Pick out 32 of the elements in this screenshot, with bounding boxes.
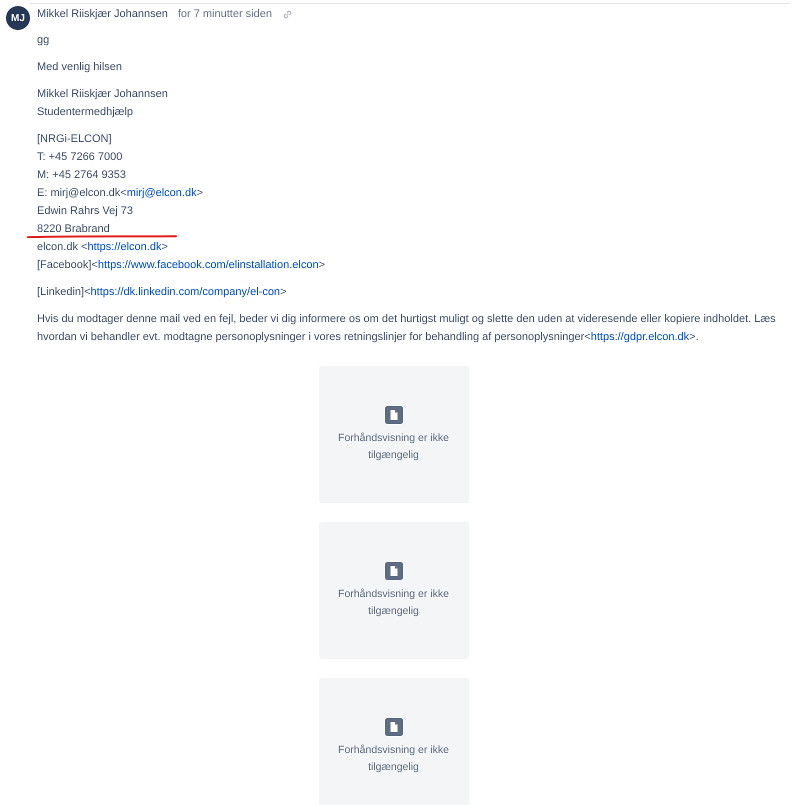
- text-line: [Facebook]<https://www.facebook.com/elinstallation.elcon>: [37, 258, 326, 273]
- attachment-preview[interactable]: Forhåndsvisning er ikke tilgængelig: [318, 678, 468, 805]
- attachment-preview[interactable]: Forhåndsvisning er ikke tilgængelig: [318, 366, 468, 503]
- link[interactable]: mirj@elcon.dk: [126, 187, 197, 199]
- timestamp[interactable]: for 7 minutter siden: [178, 8, 272, 20]
- preview-message: Forhåndsvisning er ikke tilgængelig: [337, 742, 450, 774]
- link[interactable]: https://gdpr.elcon.dk: [590, 331, 690, 343]
- file-icon: [384, 718, 402, 736]
- link[interactable]: https://dk.linkedin.com/company/el-con: [90, 286, 280, 298]
- preview-message: Forhåndsvisning er ikke tilgængelig: [337, 430, 450, 462]
- text-line: Edwin Rahrs Vej 73: [37, 204, 133, 219]
- link[interactable]: https://elcon.dk: [87, 241, 162, 253]
- text-line: Studentermedhjælp: [37, 105, 134, 120]
- preview-message: Forhåndsvisning er ikke tilgængelig: [337, 586, 450, 618]
- text-line: Hvis du modtager denne mail ved en fejl, beder vi dig informere os om det hurtigst muligt og slette den uden at videresende eller kopiere indholdet. Læs hvordan vi behandler evt. modtagne personoplysninger i vores retningslinjer for behandling af personoplysninger<https://gdpr.elcon.dk>.: [37, 312, 777, 345]
- text-line: [NRGi-ELCON]: [37, 132, 112, 147]
- author-name[interactable]: Mikkel Riiskjær Johannsen: [37, 8, 168, 20]
- text-line: Med venlig hilsen: [37, 60, 122, 75]
- text-line: M: +45 2764 9353: [37, 168, 126, 183]
- text-line: T: +45 7266 7000: [37, 150, 122, 165]
- file-icon: [384, 562, 402, 580]
- text-line: gg: [37, 33, 50, 48]
- link[interactable]: https://www.facebook.com/elinstallation.elcon: [98, 259, 319, 271]
- file-icon: [384, 406, 402, 424]
- text-line: Mikkel Riiskjær Johannsen: [37, 87, 168, 102]
- link-icon[interactable]: [282, 8, 293, 20]
- text-line: elcon.dk <https://elcon.dk>: [37, 240, 168, 255]
- text-line: 8220 Brabrand: [37, 220, 110, 238]
- avatar[interactable]: MJ: [6, 6, 30, 30]
- text-line: E: mirj@elcon.dk<mirj@elcon.dk>: [37, 186, 204, 201]
- attachment-preview[interactable]: Forhåndsvisning er ikke tilgængelig: [318, 522, 468, 659]
- text-line: [Linkedin]<https://dk.linkedin.com/company/el-con>: [37, 285, 286, 300]
